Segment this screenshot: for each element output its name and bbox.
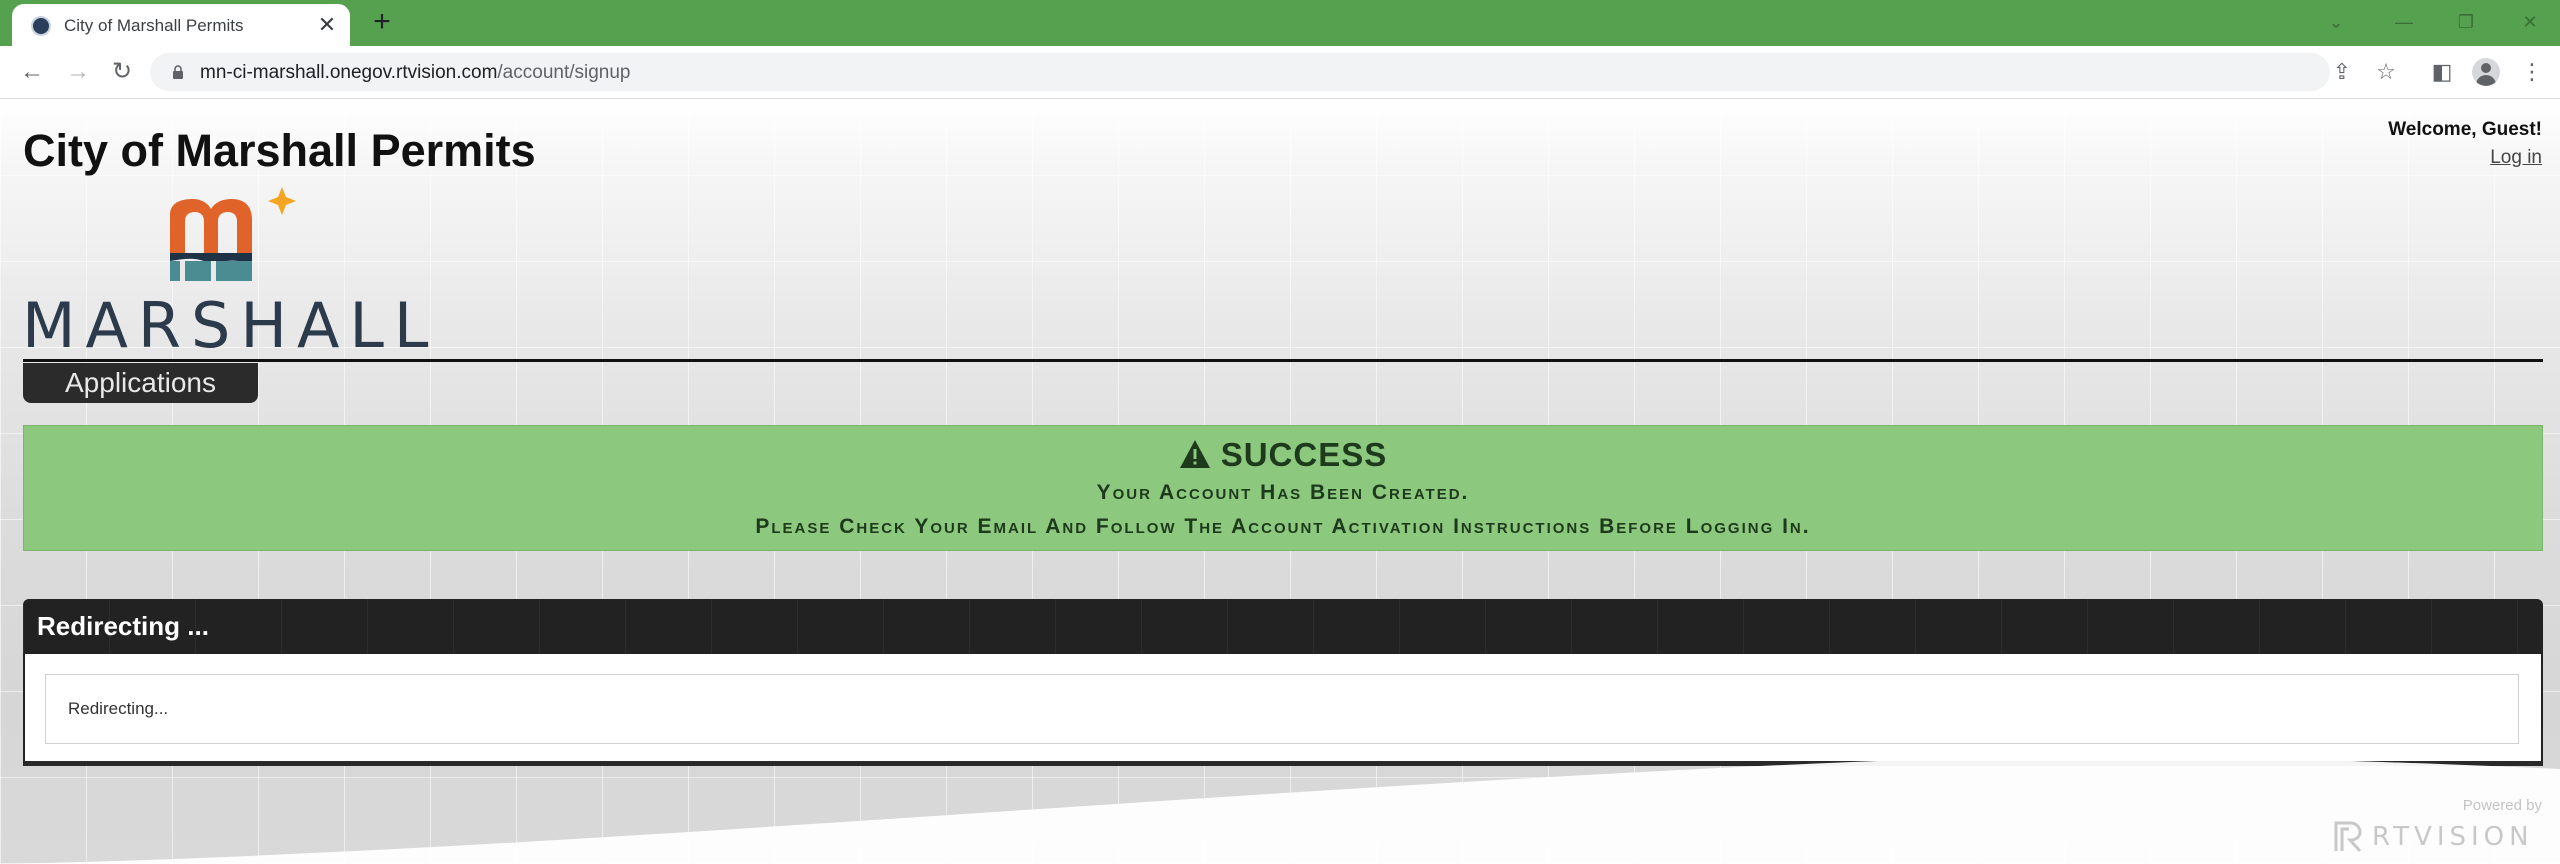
bookmark-star-icon[interactable]: ☆ (2372, 58, 2400, 86)
powered-by-rtvision[interactable]: Powered by RTVISION (2332, 797, 2542, 857)
svg-text:MARSHALL: MARSHALL (22, 289, 438, 352)
new-tab-button[interactable]: + (368, 7, 396, 37)
site-favicon-icon (31, 16, 51, 36)
alert-title-row: SUCCESS (24, 436, 2542, 474)
reload-icon[interactable]: ↻ (108, 58, 136, 86)
lock-icon (173, 65, 183, 79)
redirect-panel-header: Redirecting ... (23, 599, 2543, 654)
back-arrow-icon[interactable]: ← (18, 58, 46, 86)
browser-tab-active[interactable]: City of Marshall Permits ✕ (12, 4, 350, 46)
window-close-icon[interactable]: ✕ (2510, 4, 2550, 40)
marshall-logo[interactable]: MARSHALL (20, 187, 440, 352)
more-menu-icon[interactable]: ⋮ (2518, 58, 2546, 86)
share-icon[interactable]: ⇪ (2328, 58, 2356, 86)
redirect-message: Redirecting... (68, 699, 169, 718)
redirect-panel-title: Redirecting ... (37, 611, 209, 641)
welcome-message: Welcome, Guest! (2388, 119, 2542, 140)
alert-title: SUCCESS (1220, 436, 1388, 473)
tab-close-icon[interactable]: ✕ (316, 14, 338, 36)
header-divider (23, 359, 2543, 362)
browser-toolbar: ← → ↻ mn-ci-marshall.onegov.rtvision.com… (0, 46, 2560, 99)
rtvision-logo: RTVISION (2334, 821, 2534, 853)
page-viewport: City of Marshall Permits MARSHALL Welcom… (0, 99, 2560, 864)
restore-icon[interactable]: ❐ (2446, 4, 2486, 40)
minimize-icon[interactable]: — (2384, 4, 2424, 40)
tab-title: City of Marshall Permits (64, 16, 244, 35)
profile-avatar-icon[interactable] (2472, 58, 2500, 86)
login-link[interactable]: Log in (2490, 147, 2542, 169)
site-title: City of Marshall Permits (23, 125, 536, 176)
svg-text:RTVISION: RTVISION (2372, 822, 2534, 852)
footer-swoosh (0, 756, 2560, 864)
alert-line-check-email: Please Check Your Email And Follow The A… (755, 515, 1811, 538)
forward-arrow-icon[interactable]: → (64, 58, 92, 86)
warning-triangle-icon (1179, 440, 1210, 468)
applications-menu-button[interactable]: Applications (23, 363, 258, 403)
powered-by-label: Powered by (2462, 797, 2542, 814)
success-alert: SUCCESS Your Account Has Been Created. P… (23, 425, 2543, 551)
address-bar[interactable]: mn-ci-marshall.onegov.rtvision.com/accou… (150, 53, 2330, 91)
tab-search-icon[interactable]: ⌄ (2316, 4, 2356, 40)
url-host: mn-ci-marshall.onegov.rtvision.com (200, 62, 498, 83)
redirect-panel-inner: Redirecting... (45, 674, 2519, 744)
browser-tab-bar: City of Marshall Permits ✕ + ⌄ — ❐ ✕ (0, 0, 2560, 46)
url-text: mn-ci-marshall.onegov.rtvision.com/accou… (200, 62, 631, 84)
url-path: /account/signup (497, 62, 631, 83)
alert-line-account-created: Your Account Has Been Created. (1096, 481, 1470, 504)
side-panel-icon[interactable]: ◧ (2428, 58, 2456, 86)
